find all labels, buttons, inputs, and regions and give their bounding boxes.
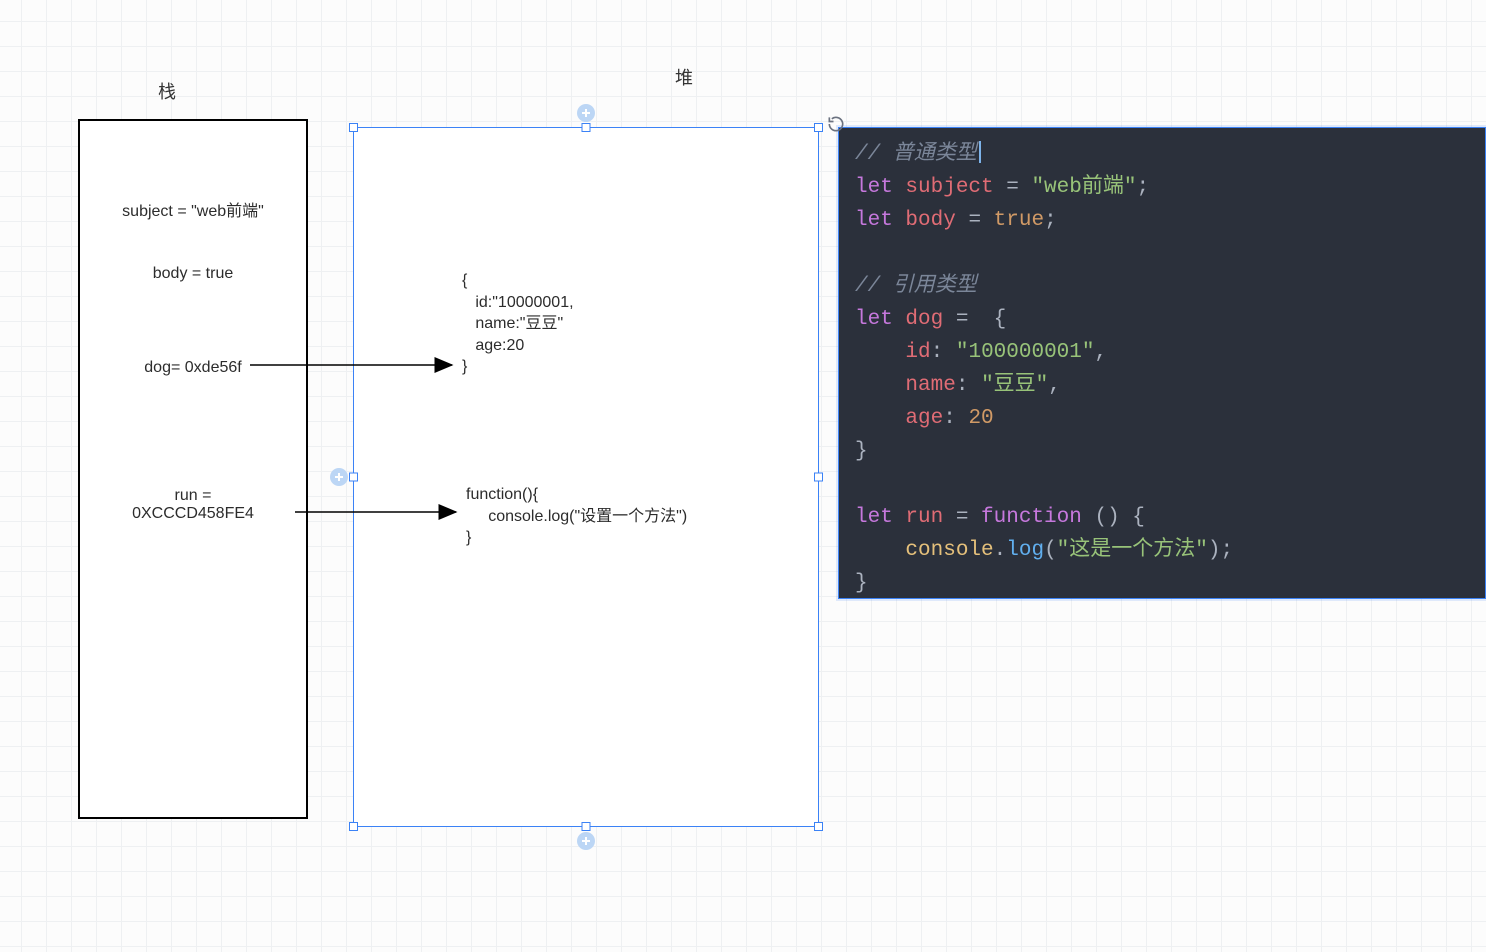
add-connector-top-icon[interactable]: [577, 104, 595, 122]
heap-box-selected[interactable]: { id:"10000001, name:"豆豆" age:20 } funct…: [353, 127, 819, 827]
stack-item-body: body = true: [80, 265, 306, 283]
code-line-13: console.log("这是一个方法");: [855, 534, 1469, 567]
code-line-12: let run = function () {: [855, 501, 1469, 534]
resize-handle-br[interactable]: [814, 822, 823, 831]
code-editor-block[interactable]: // 普通类型 let subject = "web前端"; let body …: [838, 127, 1486, 599]
resize-handle-b[interactable]: [582, 822, 591, 831]
code-line-3: let body = true;: [855, 204, 1469, 237]
code-line-14: }: [855, 567, 1469, 599]
stack-item-dog: dog= 0xde56f: [80, 359, 306, 377]
resize-handle-r[interactable]: [814, 473, 823, 482]
code-line-1: // 普通类型: [855, 138, 1469, 171]
rotate-handle-icon[interactable]: [826, 114, 846, 134]
stack-box[interactable]: subject = "web前端" body = true dog= 0xde5…: [78, 119, 308, 819]
code-line-4: [855, 237, 1469, 270]
heap-title: 堆: [665, 64, 705, 90]
code-line-8: name: "豆豆",: [855, 369, 1469, 402]
code-line-10: }: [855, 435, 1469, 468]
resize-handle-bl[interactable]: [349, 822, 358, 831]
resize-handle-l[interactable]: [349, 473, 358, 482]
resize-handle-tr[interactable]: [814, 123, 823, 132]
stack-item-subject: subject = "web前端": [80, 197, 306, 221]
stack-title: 栈: [148, 78, 188, 104]
resize-handle-t[interactable]: [582, 123, 591, 132]
code-line-2: let subject = "web前端";: [855, 171, 1469, 204]
code-line-7: id: "100000001",: [855, 336, 1469, 369]
code-line-11: [855, 468, 1469, 501]
resize-handle-tl[interactable]: [349, 123, 358, 132]
code-line-5: // 引用类型: [855, 270, 1469, 303]
heap-function-literal: function(){ console.log("设置一个方法") }: [466, 484, 687, 549]
add-connector-bottom-icon[interactable]: [577, 832, 595, 850]
text-cursor-icon: [979, 141, 981, 163]
code-line-9: age: 20: [855, 402, 1469, 435]
diagram-canvas[interactable]: 栈 堆 subject = "web前端" body = true dog= 0…: [0, 0, 1486, 952]
heap-object-literal: { id:"10000001, name:"豆豆" age:20 }: [462, 270, 574, 378]
code-line-6: let dog = {: [855, 303, 1469, 336]
add-connector-left-icon[interactable]: [330, 468, 348, 486]
stack-item-run: run = 0XCCCD458FE4: [80, 487, 306, 523]
